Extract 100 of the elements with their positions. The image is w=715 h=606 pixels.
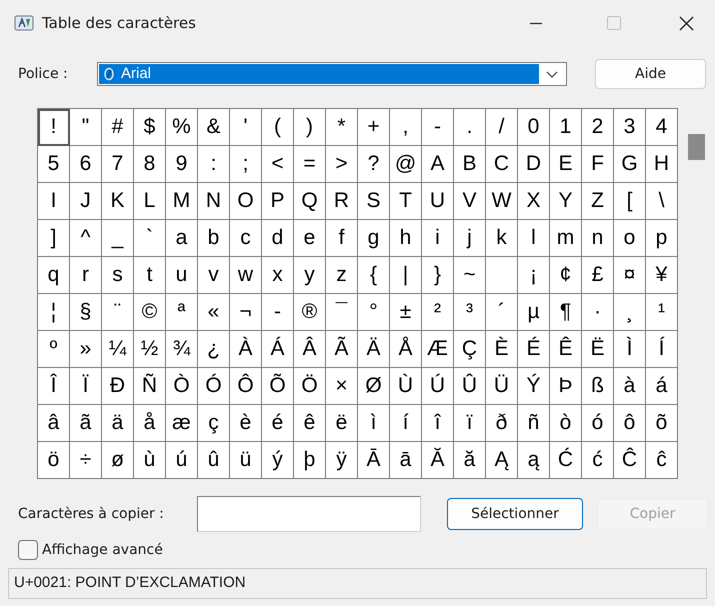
character-cell[interactable]: q: [38, 257, 70, 294]
character-cell[interactable]: Ò: [166, 368, 198, 405]
character-cell[interactable]: À: [230, 331, 262, 368]
character-cell[interactable]: å: [134, 405, 166, 442]
character-cell[interactable]: Æ: [422, 331, 454, 368]
character-cell[interactable]: ®: [294, 294, 326, 331]
character-cell[interactable]: O: [230, 183, 262, 220]
character-cell[interactable]: U: [422, 183, 454, 220]
character-cell[interactable]: [: [614, 183, 646, 220]
character-cell[interactable]: 0: [518, 109, 550, 146]
character-cell[interactable]: È: [486, 331, 518, 368]
character-cell[interactable]: Y: [550, 183, 582, 220]
character-cell[interactable]: Ç: [454, 331, 486, 368]
character-cell[interactable]: \: [646, 183, 678, 220]
character-cell[interactable]: ó: [582, 405, 614, 442]
character-cell[interactable]: ©: [134, 294, 166, 331]
character-cell[interactable]: D: [518, 146, 550, 183]
character-cell[interactable]: õ: [646, 405, 678, 442]
character-cell[interactable]: a: [166, 220, 198, 257]
character-cell[interactable]: M: [166, 183, 198, 220]
character-cell[interactable]: ¶: [550, 294, 582, 331]
character-cell[interactable]: Ä: [358, 331, 390, 368]
character-cell[interactable]: u: [166, 257, 198, 294]
character-cell[interactable]: Ø: [358, 368, 390, 405]
character-cell[interactable]: ñ: [518, 405, 550, 442]
character-cell[interactable]: F: [582, 146, 614, 183]
character-cell[interactable]: g: [358, 220, 390, 257]
character-cell[interactable]: -: [262, 294, 294, 331]
character-cell[interactable]: ¬: [230, 294, 262, 331]
character-cell[interactable]: (: [262, 109, 294, 146]
character-cell[interactable]: y: [294, 257, 326, 294]
character-cell[interactable]: Z: [582, 183, 614, 220]
character-cell[interactable]: ¯: [326, 294, 358, 331]
character-cell[interactable]: ê: [294, 405, 326, 442]
character-cell[interactable]: ô: [614, 405, 646, 442]
character-cell[interactable]: W: [486, 183, 518, 220]
character-cell[interactable]: Ć: [550, 442, 582, 479]
character-cell[interactable]: H: [646, 146, 678, 183]
character-cell[interactable]: ²: [422, 294, 454, 331]
character-cell[interactable]: Þ: [550, 368, 582, 405]
character-cell[interactable]: ~: [454, 257, 486, 294]
character-cell[interactable]: ½: [134, 331, 166, 368]
character-cell[interactable]: 1: [550, 109, 582, 146]
character-cell[interactable]: m: [550, 220, 582, 257]
character-cell[interactable]: á: [646, 368, 678, 405]
character-cell[interactable]: §: [70, 294, 102, 331]
character-cell[interactable]: @: [390, 146, 422, 183]
character-cell[interactable]: «: [198, 294, 230, 331]
character-cell[interactable]: C: [486, 146, 518, 183]
character-cell[interactable]: P: [262, 183, 294, 220]
character-cell[interactable]: ý: [262, 442, 294, 479]
character-cell[interactable]: 8: [134, 146, 166, 183]
advanced-view-checkbox[interactable]: [18, 540, 38, 560]
character-cell[interactable]: t: [134, 257, 166, 294]
character-cell[interactable]: {: [358, 257, 390, 294]
character-cell[interactable]: ë: [326, 405, 358, 442]
character-cell[interactable]: x: [262, 257, 294, 294]
character-cell[interactable]: î: [422, 405, 454, 442]
character-cell[interactable]: r: [70, 257, 102, 294]
character-cell[interactable]: ": [70, 109, 102, 146]
character-cell[interactable]: 7: [102, 146, 134, 183]
character-cell[interactable]: k: [486, 220, 518, 257]
character-cell[interactable]: i: [422, 220, 454, 257]
character-cell[interactable]: :: [198, 146, 230, 183]
character-cell[interactable]: ¾: [166, 331, 198, 368]
character-cell[interactable]: ¸: [614, 294, 646, 331]
character-cell[interactable]: p: [646, 220, 678, 257]
character-cell[interactable]: º: [38, 331, 70, 368]
character-cell[interactable]: R: [326, 183, 358, 220]
character-cell[interactable]: e: [294, 220, 326, 257]
character-cell[interactable]: ¿: [198, 331, 230, 368]
character-cell[interactable]: Ê: [550, 331, 582, 368]
character-cell[interactable]: ': [230, 109, 262, 146]
character-cell[interactable]: #: [102, 109, 134, 146]
character-cell[interactable]: 6: [70, 146, 102, 183]
character-cell[interactable]: B: [454, 146, 486, 183]
character-cell[interactable]: ±: [390, 294, 422, 331]
character-cell[interactable]: ÿ: [326, 442, 358, 479]
character-cell[interactable]: ?: [358, 146, 390, 183]
character-cell[interactable]: Î: [38, 368, 70, 405]
character-cell[interactable]: µ: [518, 294, 550, 331]
character-cell[interactable]: +: [358, 109, 390, 146]
character-cell[interactable]: ¨: [102, 294, 134, 331]
character-cell[interactable]: Ü: [486, 368, 518, 405]
character-cell[interactable]: T: [390, 183, 422, 220]
character-cell[interactable]: ]: [38, 220, 70, 257]
character-cell[interactable]: <: [262, 146, 294, 183]
character-cell[interactable]: 2: [582, 109, 614, 146]
character-cell[interactable]: â: [38, 405, 70, 442]
character-cell[interactable]: _: [102, 220, 134, 257]
character-cell[interactable]: ª: [166, 294, 198, 331]
character-cell[interactable]: ö: [38, 442, 70, 479]
character-cell[interactable]: Ð: [102, 368, 134, 405]
character-cell[interactable]: n: [582, 220, 614, 257]
character-cell[interactable]: ø: [102, 442, 134, 479]
character-cell[interactable]: Ö: [294, 368, 326, 405]
character-cell[interactable]: *: [326, 109, 358, 146]
character-cell[interactable]: Ú: [422, 368, 454, 405]
character-cell[interactable]: `: [134, 220, 166, 257]
character-cell[interactable]: É: [518, 331, 550, 368]
